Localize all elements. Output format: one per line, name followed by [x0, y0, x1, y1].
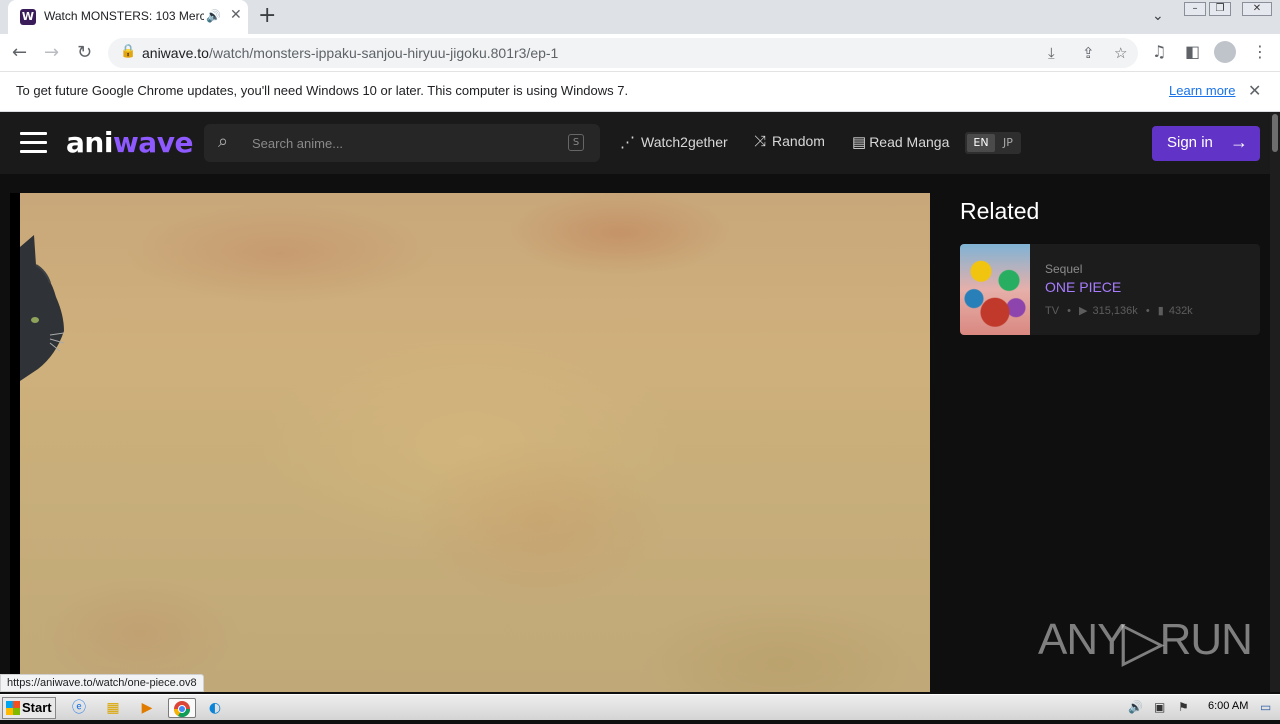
- related-title-link[interactable]: ONE PIECE: [1045, 279, 1121, 295]
- lock-icon[interactable]: 🔒: [120, 44, 136, 59]
- share-nodes-icon: ⋰: [620, 134, 635, 151]
- browser-tab-strip: W Watch MONSTERS: 103 Mercies 🔊 ✕ + ⌄ – …: [0, 0, 1280, 34]
- nav-watch2gether[interactable]: ⋰ Watch2gether: [620, 133, 728, 151]
- related-poster-image[interactable]: [960, 244, 1030, 335]
- action-center-flag-icon[interactable]: ⚑: [1178, 700, 1189, 714]
- tab-close-icon[interactable]: ✕: [230, 7, 242, 23]
- tab-title: Watch MONSTERS: 103 Mercies: [44, 9, 204, 23]
- book-icon: ▤: [852, 134, 867, 151]
- new-tab-button[interactable]: +: [258, 3, 276, 28]
- volume-icon[interactable]: 🔊: [1128, 700, 1143, 714]
- address-bar[interactable]: 🔒 aniwave.to/watch/monsters-ippaku-sanjo…: [108, 38, 1138, 68]
- search-input[interactable]: [252, 133, 552, 153]
- forward-arrow-icon[interactable]: →: [44, 42, 59, 63]
- infobar-message: To get future Google Chrome updates, you…: [16, 83, 629, 98]
- bookmark-star-icon[interactable]: ☆: [1114, 44, 1127, 62]
- nav-read-manga[interactable]: ▤ Read Manga: [852, 133, 949, 151]
- media-player-icon[interactable]: ▶: [136, 698, 158, 718]
- related-plays: 315,136k: [1092, 305, 1138, 317]
- related-item[interactable]: Sequel ONE PIECE TV • ▶ 315,136k • ▮ 432k: [960, 244, 1260, 335]
- media-controls-icon[interactable]: ♫: [1152, 42, 1166, 61]
- back-arrow-icon[interactable]: ←: [12, 42, 27, 63]
- infobar-close-icon[interactable]: ✕: [1248, 81, 1261, 100]
- site-header: aniwave ⌕ S ⋰Watch2gether ⤨Random ▤Read …: [0, 112, 1270, 174]
- menu-kebab-icon[interactable]: ⋮: [1252, 42, 1268, 61]
- dot-separator: •: [1067, 305, 1071, 317]
- learn-more-link[interactable]: Learn more: [1169, 83, 1235, 98]
- black-cat-figure: [20, 235, 65, 381]
- file-explorer-icon[interactable]: ▦: [102, 698, 124, 718]
- windows-taskbar: Start ⓔ ▦ ▶ ◐ 🔊 ▣ ⚑ 6:00 AM ▭: [0, 694, 1280, 720]
- page-scrollbar[interactable]: [1270, 112, 1280, 692]
- browser-tab-active[interactable]: W Watch MONSTERS: 103 Mercies 🔊 ✕: [8, 0, 248, 34]
- search-shortcut-key: S: [568, 134, 584, 151]
- speaker-icon[interactable]: 🔊: [206, 9, 221, 23]
- scrollbar-thumb[interactable]: [1272, 114, 1278, 152]
- bookmark-icon: ▮: [1157, 305, 1164, 317]
- dot-separator: •: [1145, 305, 1150, 317]
- clock[interactable]: 6:00 AM: [1208, 700, 1248, 712]
- minimize-button[interactable]: –: [1184, 2, 1206, 16]
- sign-in-label: Sign in: [1167, 134, 1213, 151]
- nav-random[interactable]: ⤨ Random: [754, 133, 825, 150]
- video-frame[interactable]: [20, 193, 930, 692]
- profile-avatar[interactable]: [1214, 41, 1236, 63]
- windows-logo-icon: [6, 701, 20, 715]
- install-icon[interactable]: ⤓: [1048, 44, 1055, 62]
- url-text[interactable]: aniwave.to/watch/monsters-ippaku-sanjou-…: [142, 45, 558, 61]
- lang-en-option[interactable]: EN: [967, 134, 995, 152]
- play-count-icon: ▶: [1079, 305, 1088, 317]
- play-triangle-icon: ▷: [1121, 609, 1164, 672]
- language-toggle[interactable]: EN JP: [965, 132, 1021, 154]
- internet-explorer-icon[interactable]: ⓔ: [68, 698, 90, 718]
- related-meta: TV • ▶ 315,136k • ▮ 432k: [1045, 304, 1198, 317]
- anyrun-watermark: ANY▷RUN: [1038, 609, 1253, 672]
- related-bookmarks: 432k: [1168, 305, 1193, 317]
- shuffle-icon: ⤨: [754, 133, 767, 150]
- browser-toolbar: ← → ↻ 🔒 aniwave.to/watch/monsters-ippaku…: [0, 34, 1280, 72]
- share-icon[interactable]: ⇪: [1082, 44, 1095, 62]
- hamburger-menu-icon[interactable]: [20, 132, 47, 154]
- start-button[interactable]: Start: [2, 697, 56, 719]
- arrow-right-icon: →: [1230, 132, 1248, 152]
- site-logo[interactable]: aniwave: [66, 126, 193, 159]
- side-panel-icon[interactable]: ◧: [1185, 42, 1200, 61]
- status-bar-url: https://aniwave.to/watch/one-piece.ov8: [0, 674, 204, 692]
- tab-search-chevron-icon[interactable]: ⌄: [1152, 8, 1164, 24]
- related-heading: Related: [960, 198, 1040, 224]
- lang-jp-option[interactable]: JP: [997, 134, 1019, 152]
- sign-in-button[interactable]: Sign in →: [1152, 126, 1260, 161]
- close-window-button[interactable]: ✕: [1242, 2, 1272, 16]
- favicon-icon: W: [20, 9, 36, 25]
- reload-icon[interactable]: ↻: [77, 42, 92, 63]
- chrome-taskbar-icon[interactable]: [168, 698, 196, 718]
- update-infobar: To get future Google Chrome updates, you…: [0, 72, 1280, 112]
- search-icon[interactable]: ⌕: [218, 131, 228, 152]
- show-desktop-icon[interactable]: ▭: [1260, 700, 1271, 714]
- related-relation: Sequel: [1045, 262, 1083, 276]
- video-player[interactable]: [10, 193, 930, 692]
- maximize-button[interactable]: ❐: [1209, 2, 1231, 16]
- search-box: ⌕ S: [204, 124, 600, 162]
- edge-icon[interactable]: ◐: [204, 698, 226, 718]
- related-type: TV: [1045, 305, 1060, 317]
- network-icon[interactable]: ▣: [1154, 700, 1165, 714]
